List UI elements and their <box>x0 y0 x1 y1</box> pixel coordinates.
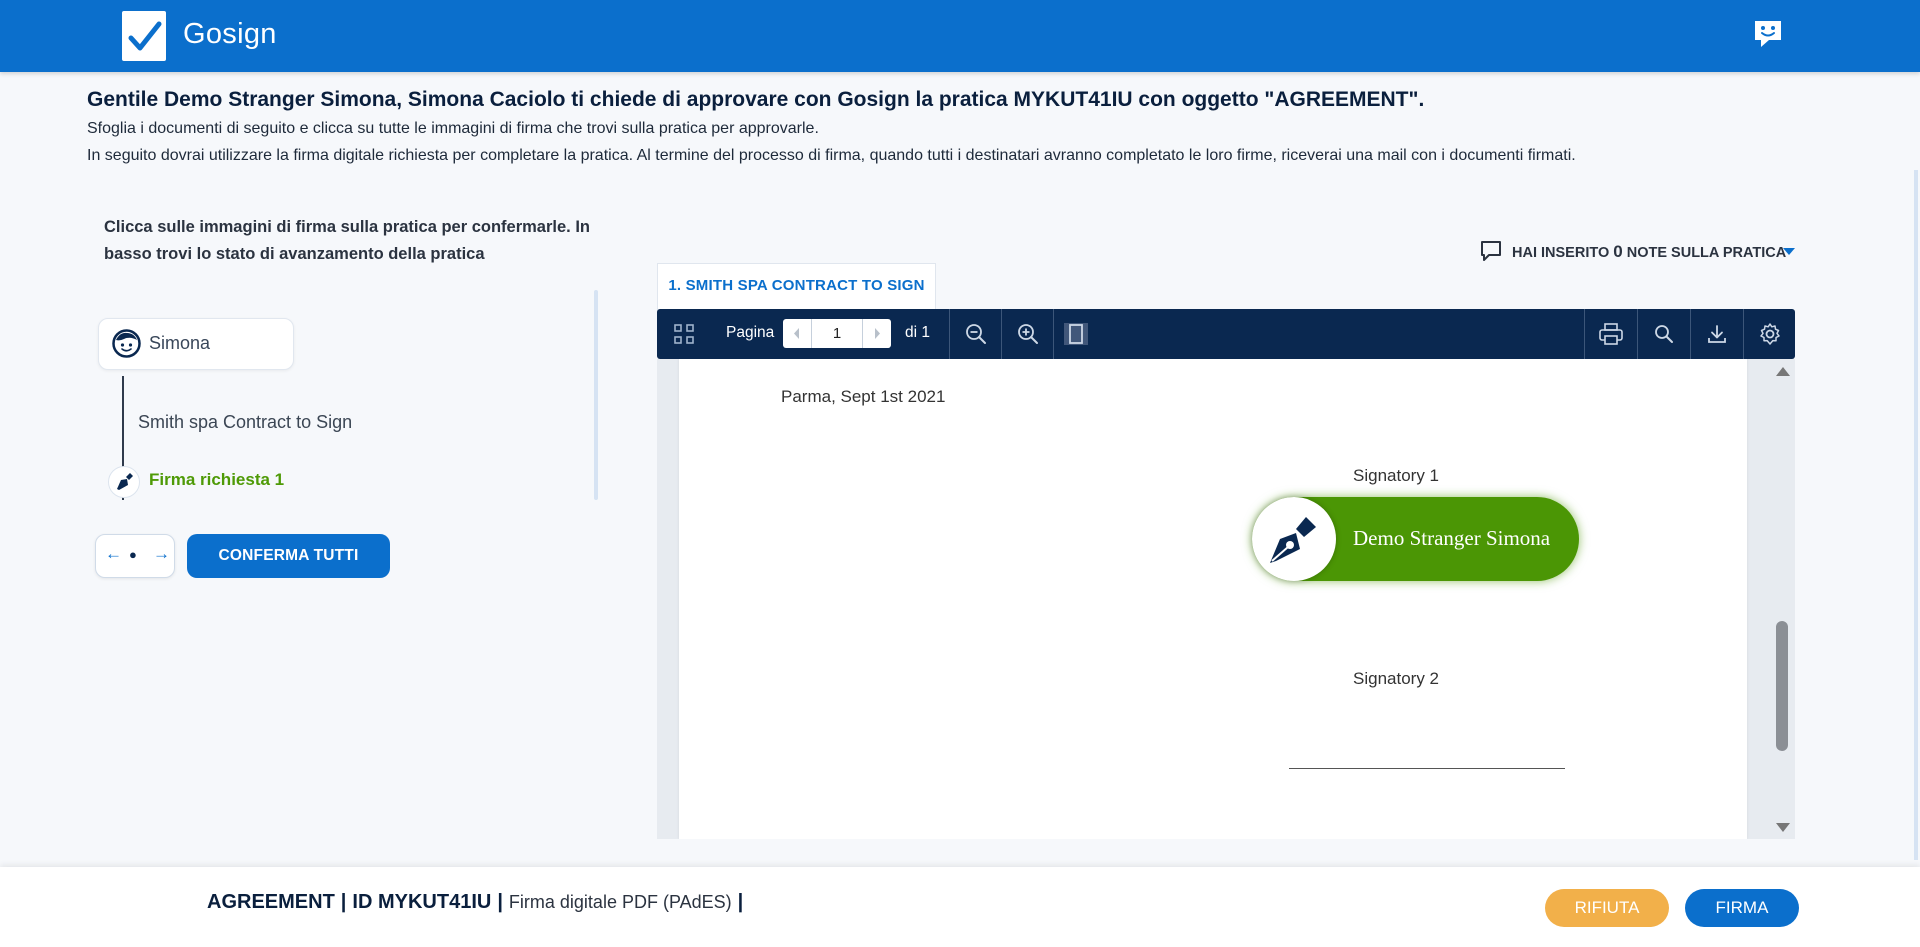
prev-signature-arrow-icon[interactable]: ← <box>105 544 122 564</box>
signature-stamp[interactable]: Demo Stranger Simona <box>1252 497 1579 581</box>
signature-stamp-name: Demo Stranger Simona <box>1353 526 1551 550</box>
intro-title: Gentile Demo Stranger Simona, Simona Cac… <box>87 88 1425 111</box>
document-date: Parma, Sept 1st 2021 <box>781 387 946 406</box>
signer-name: Simona <box>149 333 211 353</box>
prev-page-button[interactable] <box>783 319 811 348</box>
page-number-input[interactable] <box>811 319 863 348</box>
print-icon[interactable] <box>1585 309 1637 359</box>
fit-page-icon[interactable] <box>1061 309 1091 359</box>
signature-type: Firma digitale PDF (PAdES) <box>508 892 732 912</box>
pen-nib-icon <box>108 466 140 498</box>
notes-suffix: NOTE SULLA PRATICA <box>1626 245 1787 261</box>
page-label: Pagina <box>726 324 775 341</box>
notes-count: 0 <box>1613 242 1623 261</box>
chevron-down-icon[interactable] <box>1783 248 1795 255</box>
document-viewer[interactable]: Parma, Sept 1st 2021 Signatory 1 Demo St… <box>657 359 1795 839</box>
sign-button[interactable]: FIRMA <box>1685 889 1799 927</box>
next-signature-arrow-icon[interactable]: → <box>153 544 170 564</box>
notes-prefix: HAI INSERITO <box>1512 245 1610 261</box>
reject-button[interactable]: RIFIUTA <box>1545 889 1669 927</box>
current-signature-dot-icon[interactable]: ● <box>129 547 137 562</box>
fountain-pen-icon <box>1252 497 1336 581</box>
page-total-label: di 1 <box>905 324 930 341</box>
search-icon[interactable] <box>1638 309 1690 359</box>
gear-icon[interactable] <box>1744 309 1795 359</box>
scrollbar-thumb[interactable] <box>1776 621 1788 751</box>
brand-name: Gosign <box>183 18 277 50</box>
chat-icon[interactable] <box>1753 18 1783 50</box>
instructions-text: Clicca sulle immagini di firma sulla pra… <box>104 218 591 263</box>
scroll-down-arrow-icon[interactable] <box>1776 823 1790 832</box>
practice-id: ID MYKUT41IU <box>352 891 492 913</box>
intro-line-2: In seguito dovrai utilizzare la firma di… <box>87 147 1576 164</box>
practice-subject: AGREEMENT <box>207 891 335 913</box>
notes-text: HAI INSERITO 0 NOTE SULLA PRATICA <box>1512 242 1786 262</box>
confirm-all-button[interactable]: CONFERMA TUTTI <box>187 534 390 578</box>
signature-navigator: ← ● → <box>95 534 175 578</box>
viewer-scrollbar[interactable] <box>1769 359 1795 839</box>
page-scrollbar[interactable] <box>1914 170 1918 860</box>
toolbar-divider <box>1053 309 1054 359</box>
download-icon[interactable] <box>1691 309 1743 359</box>
footer-bar: AGREEMENT | ID MYKUT41IU | Firma digitale PD… <box>0 867 1920 947</box>
top-bar: Gosign <box>0 0 1920 72</box>
document-page: Parma, Sept 1st 2021 Signatory 1 Demo St… <box>679 359 1747 839</box>
signatory-2-label: Signatory 2 <box>1353 669 1439 688</box>
signature-step-label[interactable]: Firma richiesta 1 <box>149 470 284 490</box>
left-panel-scrollbar[interactable] <box>594 290 598 500</box>
tab-document-1[interactable]: 1. SMITH SPA CONTRACT TO SIGN <box>657 263 936 310</box>
comment-icon <box>1480 240 1502 266</box>
zoom-out-icon[interactable] <box>950 309 1001 359</box>
signature-2-line <box>1289 768 1565 769</box>
signatory-1-label: Signatory 1 <box>1353 466 1439 485</box>
viewer-toolbar: Pagina di 1 <box>657 309 1795 359</box>
signer-pill[interactable]: Simona <box>98 318 294 370</box>
user-avatar-icon <box>112 329 141 358</box>
intro-line-1: Sfoglia i documenti di seguito e clicca … <box>87 120 819 137</box>
document-name[interactable]: Smith spa Contract to Sign <box>138 412 352 433</box>
zoom-in-icon[interactable] <box>1002 309 1053 359</box>
scroll-up-arrow-icon[interactable] <box>1776 367 1790 376</box>
check-logo-icon[interactable] <box>122 11 166 61</box>
next-page-button[interactable] <box>863 319 891 348</box>
practice-info: AGREEMENT | ID MYKUT41IU | Firma digitale PD… <box>207 891 744 913</box>
thumbnails-grid-icon[interactable] <box>669 309 699 359</box>
